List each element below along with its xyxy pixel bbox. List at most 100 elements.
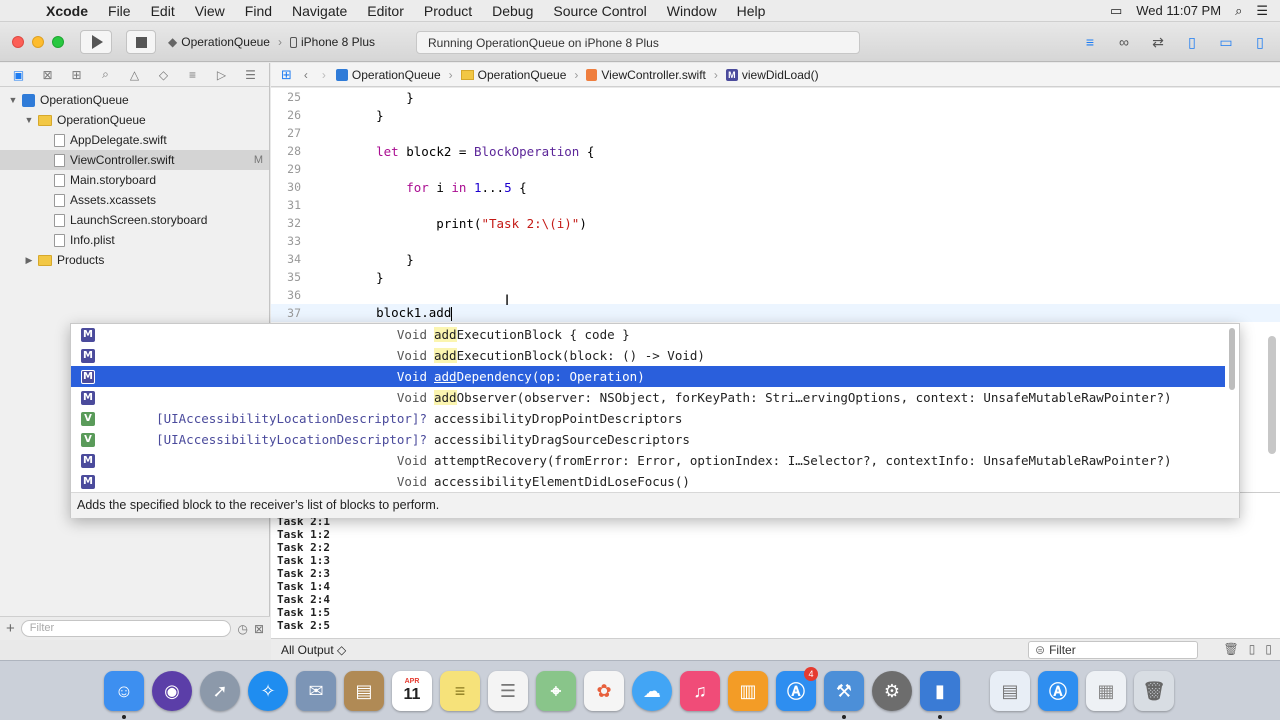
- file-tree-row[interactable]: AppDelegate.swift: [0, 130, 269, 150]
- file-tree-row[interactable]: Main.storyboard: [0, 170, 269, 190]
- project-navigator-tab-icon[interactable]: ▣: [9, 68, 29, 82]
- launchpad-icon[interactable]: ➚: [200, 671, 240, 711]
- screenshot-icon[interactable]: ▦: [1086, 671, 1126, 711]
- file-tree-row[interactable]: ▼ OperationQueue: [0, 110, 269, 130]
- related-items-icon[interactable]: ⊞: [281, 67, 292, 83]
- stop-button[interactable]: [126, 30, 156, 54]
- file-tree-row[interactable]: Assets.xcassets: [0, 190, 269, 210]
- safari-icon[interactable]: ✧: [248, 671, 288, 711]
- debug-navigator-tab-icon[interactable]: ≡: [183, 68, 203, 82]
- messages-icon[interactable]: ☁: [632, 671, 672, 711]
- issue-navigator-tab-icon[interactable]: △: [125, 68, 145, 82]
- app-store-download-icon[interactable]: Ⓐ: [1038, 671, 1078, 711]
- maps-icon[interactable]: ⌖: [536, 671, 576, 711]
- minimize-window-button[interactable]: [32, 36, 44, 48]
- source-control-tab-icon[interactable]: ⊠: [38, 68, 58, 82]
- find-navigator-tab-icon[interactable]: ⌕: [96, 67, 116, 82]
- mail-icon[interactable]: ✉: [296, 671, 336, 711]
- completion-item[interactable]: M Void addDependency(op: Operation): [71, 366, 1225, 387]
- file-tree-row[interactable]: ▶ Products: [0, 250, 269, 270]
- calendar-icon[interactable]: APR 11: [392, 671, 432, 711]
- books-icon[interactable]: ▥: [728, 671, 768, 711]
- version-editor-icon[interactable]: ⇄: [1146, 31, 1170, 53]
- completion-item[interactable]: V [UIAccessibilityLocationDescriptor]? acc…: [71, 408, 1225, 429]
- scheme-selector[interactable]: ◆ OperationQueue › iPhone 8 Plus: [168, 31, 375, 53]
- spotlight-search-icon[interactable]: ⌕: [1235, 3, 1242, 19]
- completion-item[interactable]: M Void addObserver(observer: NSObject, for…: [71, 387, 1225, 408]
- menu-edit[interactable]: Edit: [141, 3, 185, 19]
- menubar-clock[interactable]: Wed 11:07 PM: [1136, 3, 1221, 18]
- menu-navigate[interactable]: Navigate: [282, 3, 357, 19]
- back-arrow-icon[interactable]: ‹: [304, 68, 308, 82]
- breadcrumb-project[interactable]: OperationQueue: [335, 68, 441, 82]
- scm-filter-icon[interactable]: ⊠: [254, 622, 264, 636]
- code-line[interactable]: 26 }: [271, 106, 1280, 124]
- xcode-icon[interactable]: ⚒: [824, 671, 864, 711]
- code-line[interactable]: 30 for i in 1...5 {: [271, 178, 1280, 196]
- code-line[interactable]: 33: [271, 232, 1280, 250]
- code-line[interactable]: 29: [271, 160, 1280, 178]
- code-line[interactable]: 27: [271, 124, 1280, 142]
- code-line[interactable]: 31: [271, 196, 1280, 214]
- assistant-editor-icon[interactable]: ∞: [1112, 31, 1136, 53]
- menu-editor[interactable]: Editor: [357, 3, 414, 19]
- completion-item[interactable]: M Void addExecutionBlock { code }: [71, 324, 1225, 345]
- disclosure-expanded-icon[interactable]: ▼: [24, 115, 34, 125]
- run-button[interactable]: [80, 30, 112, 54]
- code-line[interactable]: 32 print("Task 2:\(i)"): [271, 214, 1280, 232]
- file-tree-row[interactable]: Info.plist: [0, 230, 269, 250]
- trash-bin-icon[interactable]: 🗑: [1134, 671, 1174, 711]
- trash-icon[interactable]: 🗑: [1224, 642, 1239, 656]
- completion-item[interactable]: M Void attemptRecovery(fromError: Error, o…: [71, 450, 1225, 471]
- completion-item[interactable]: V [UIAccessibilityLocationDescriptor]? acc…: [71, 429, 1225, 450]
- menu-window[interactable]: Window: [657, 3, 727, 19]
- siri-icon[interactable]: ◉: [152, 671, 192, 711]
- code-line[interactable]: 28 let block2 = BlockOperation {: [271, 142, 1280, 160]
- split-left-icon[interactable]: ▯: [1249, 642, 1256, 656]
- breadcrumb-method[interactable]: MviewDidLoad(): [725, 68, 819, 82]
- menu-app-name[interactable]: Xcode: [44, 3, 98, 19]
- menu-source-control[interactable]: Source Control: [543, 3, 656, 19]
- recent-files-icon[interactable]: ◷: [237, 622, 247, 636]
- device-name[interactable]: iPhone 8 Plus: [301, 35, 375, 49]
- menu-view[interactable]: View: [185, 3, 235, 19]
- file-tree-row[interactable]: LaunchScreen.storyboard: [0, 210, 269, 230]
- menu-debug[interactable]: Debug: [482, 3, 543, 19]
- code-line[interactable]: 34 }: [271, 250, 1280, 268]
- file-tree-row[interactable]: ▼ OperationQueue: [0, 90, 269, 110]
- add-file-icon[interactable]: +: [6, 620, 15, 637]
- breadcrumb-group[interactable]: OperationQueue: [460, 68, 566, 82]
- zoom-window-button[interactable]: [52, 36, 64, 48]
- report-navigator-tab-icon[interactable]: ☰: [241, 68, 261, 82]
- completion-scrollbar[interactable]: [1229, 328, 1235, 390]
- menu-product[interactable]: Product: [414, 3, 482, 19]
- symbol-navigator-tab-icon[interactable]: ⊞: [67, 68, 87, 82]
- breakpoint-navigator-tab-icon[interactable]: ▷: [212, 68, 232, 82]
- disclosure-collapsed-icon[interactable]: ▶: [24, 255, 34, 266]
- code-line[interactable]: 36: [271, 286, 1280, 304]
- display-icon[interactable]: ▭: [1110, 3, 1122, 19]
- console-filter-input[interactable]: ⊜ Filter: [1028, 641, 1198, 659]
- editor-scrollbar[interactable]: [1268, 336, 1276, 454]
- code-line[interactable]: 37 block1.add: [271, 304, 1280, 322]
- navigator-filter-input[interactable]: Filter: [20, 620, 232, 637]
- menu-file[interactable]: File: [98, 3, 141, 19]
- code-line[interactable]: 35 }: [271, 268, 1280, 286]
- reminders-icon[interactable]: ☰: [488, 671, 528, 711]
- notification-center-icon[interactable]: ☰: [1256, 3, 1268, 19]
- file-tree-row[interactable]: ViewController.swift M: [0, 150, 269, 170]
- forward-arrow-icon[interactable]: ›: [322, 68, 326, 82]
- finder-icon[interactable]: ☺: [104, 671, 144, 711]
- close-window-button[interactable]: [12, 36, 24, 48]
- split-right-icon[interactable]: ▯: [1265, 642, 1272, 656]
- completion-item[interactable]: M Void accessibilityElementDidLoseFocus(): [71, 471, 1225, 492]
- music-icon[interactable]: ♫: [680, 671, 720, 711]
- toggle-navigator-icon[interactable]: ▯: [1180, 31, 1204, 53]
- disclosure-expanded-icon[interactable]: ▼: [8, 95, 18, 105]
- output-filter-select[interactable]: All Output ◇: [281, 643, 346, 657]
- toggle-utilities-icon[interactable]: ▯: [1248, 31, 1272, 53]
- code-line[interactable]: 25 }: [271, 88, 1280, 106]
- standard-editor-icon[interactable]: ≡: [1078, 31, 1102, 53]
- breadcrumb-file[interactable]: ViewController.swift: [586, 68, 706, 82]
- photos-icon[interactable]: ✿: [584, 671, 624, 711]
